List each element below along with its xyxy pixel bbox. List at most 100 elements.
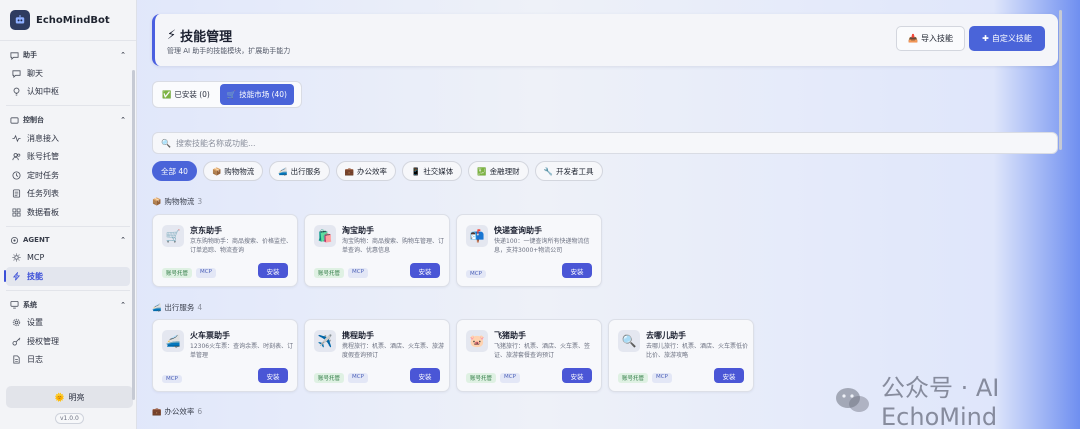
install-button[interactable]: 安装 (410, 368, 440, 383)
tag-account: 账号托管 (314, 268, 345, 278)
brand: EchoMindBot (0, 6, 136, 41)
sidebar-item-mcp[interactable]: MCP (6, 249, 130, 268)
nav-group-label: AGENT (23, 236, 50, 244)
shopping-bag-icon: 🛍️ (314, 225, 336, 247)
skill-desc: 去哪儿旅行：机票、酒店、火车票低价比价、旅游攻略 (646, 343, 749, 359)
install-button[interactable]: 安装 (714, 368, 744, 383)
skill-name: 淘宝助手 (342, 226, 374, 235)
chip-all[interactable]: 全部 40 (152, 161, 197, 181)
sidebar-scrollbar[interactable] (132, 70, 135, 400)
section-title-office: 💼 办公效率 6 (152, 406, 202, 417)
skill-desc: 携程旅行：机票、酒店、火车票、旅游度假查询预订 (342, 343, 445, 359)
sidebar-item-scheduled-tasks[interactable]: 定时任务 (6, 166, 130, 185)
install-button[interactable]: 安装 (258, 368, 288, 383)
sidebar-item-label: 消息接入 (27, 133, 59, 143)
tag-mcp: MCP (348, 268, 368, 278)
tab-market[interactable]: 🛒 技能市场 (40) (219, 84, 294, 105)
nav-group-head[interactable]: AGENT ⌃ (6, 231, 130, 249)
chip-label: 办公效率 (356, 166, 387, 176)
chip-dev-tools[interactable]: 🔧 开发者工具 (534, 161, 603, 181)
plus-icon: ✚ (982, 34, 989, 43)
nav-group-head[interactable]: 系统 ⌃ (6, 295, 130, 314)
nav-group-assistant: 助手 ⌃ 聊天 认知中枢 (6, 45, 130, 106)
app-name: EchoMindBot (36, 14, 110, 26)
tag-mcp: MCP (466, 270, 486, 278)
version-badge: v1.0.0 (55, 413, 84, 424)
skill-card-taobao[interactable]: 🛍️ 淘宝助手 淘宝购物：商品搜索、购物车管理、订单查询、优惠信息 账号托管 MC… (304, 214, 450, 287)
chevron-up-icon: ⌃ (120, 116, 126, 124)
sidebar-item-chat[interactable]: 聊天 (6, 64, 130, 83)
skill-search-input[interactable]: 🔍 搜索技能名称或功能... (152, 132, 1058, 154)
skill-card-ctrip[interactable]: ✈️ 携程助手 携程旅行：机票、酒店、火车票、旅游度假查询预订 账号托管 MCP … (304, 319, 450, 392)
nav-group-label: 助手 (23, 51, 37, 59)
skill-card-fliggy[interactable]: 🐷 飞猪助手 飞猪旅行：机票、酒店、火车票、签证、旅游套餐查询预订 账号托管 MC… (456, 319, 602, 392)
sidebar-item-task-list[interactable]: 任务列表 (6, 185, 130, 204)
sidebar-item-logs[interactable]: 日志 (6, 351, 130, 370)
key-icon (12, 337, 21, 346)
skill-card-jd[interactable]: 🛒 京东助手 京东购物助手：商品搜索、价格监控、订单追踪、物流查询 账号托管 MC… (152, 214, 298, 287)
clock-icon (12, 171, 21, 180)
tab-label: 技能市场 (40) (239, 90, 287, 99)
sidebar-item-license[interactable]: 授权管理 (6, 332, 130, 351)
sidebar-item-account-hosting[interactable]: 账号托管 (6, 148, 130, 167)
sidebar-item-label: 账号托管 (27, 152, 59, 162)
import-icon: 📥 (908, 34, 918, 43)
main-content: ⚡ 技能管理 管理 AI 助手的技能模块，扩展助手能力 📥 导入技能 ✚ 自定义… (137, 0, 1080, 429)
page-header: ⚡ 技能管理 管理 AI 助手的技能模块，扩展助手能力 📥 导入技能 ✚ 自定义… (152, 14, 1058, 66)
tag-mcp: MCP (196, 268, 216, 278)
nav-group-head[interactable]: 控制台 ⌃ (6, 110, 130, 129)
chip-label: 全部 40 (161, 166, 188, 176)
nav-group-head[interactable]: 助手 ⌃ (6, 45, 130, 64)
sidebar-item-label: 任务列表 (27, 189, 59, 199)
tag-account: 账号托管 (618, 373, 649, 383)
pulse-icon (12, 134, 21, 143)
chip-finance[interactable]: 💹 金融理财 (468, 161, 529, 181)
sun-icon (12, 253, 21, 262)
main-scrollbar[interactable] (1059, 10, 1062, 150)
section-title-text: 出行服务 (164, 303, 195, 312)
sidebar-item-cognition[interactable]: 认知中枢 (6, 83, 130, 102)
tag-account: 账号托管 (314, 373, 345, 383)
skill-desc: 淘宝购物：商品搜索、购物车管理、订单查询、优惠信息 (342, 238, 445, 254)
bolt-icon (12, 271, 21, 281)
train-icon: 🚄 (278, 166, 288, 176)
custom-label: 自定义技能 (991, 34, 1032, 43)
cart-icon: 🛒 (162, 225, 184, 247)
doc-icon (12, 355, 21, 364)
sidebar-item-label: 聊天 (27, 68, 43, 78)
sidebar-item-label: 技能 (27, 271, 43, 281)
chip-social[interactable]: 📱 社交媒体 (401, 161, 463, 181)
chip-office[interactable]: 💼 办公效率 (335, 161, 396, 181)
skill-name: 火车票助手 (190, 331, 230, 340)
lightning-icon: ⚡ (167, 28, 177, 43)
skill-desc: 京东购物助手：商品搜索、价格监控、订单追踪、物流查询 (190, 238, 293, 254)
custom-skill-button[interactable]: ✚ 自定义技能 (969, 26, 1045, 51)
install-button[interactable]: 安装 (562, 368, 592, 383)
sidebar-item-dashboard[interactable]: 数据看板 (6, 203, 130, 222)
sidebar-item-label: 日志 (27, 355, 43, 365)
magnifier-icon: 🔍 (618, 330, 640, 352)
skill-card-qunar[interactable]: 🔍 去哪儿助手 去哪儿旅行：机票、酒店、火车票低价比价、旅游攻略 账号托管 MCP… (608, 319, 754, 392)
sidebar-item-settings[interactable]: 设置 (6, 314, 130, 333)
skill-name: 快递查询助手 (494, 226, 542, 235)
skill-card-train[interactable]: 🚄 火车票助手 12306火车票：查询余票、时刻表、订单管理 MCP 安装 (152, 319, 298, 392)
train-icon: 🚄 (152, 303, 162, 312)
system-icon (10, 300, 19, 309)
tab-installed[interactable]: ✅ 已安装 (0) (155, 84, 217, 105)
chip-travel[interactable]: 🚄 出行服务 (269, 161, 330, 181)
sidebar-item-message-access[interactable]: 消息接入 (6, 129, 130, 148)
sun-theme-icon: 🌞 (54, 392, 65, 402)
sidebar-item-skills[interactable]: 技能 (4, 267, 130, 286)
install-button[interactable]: 安装 (562, 263, 592, 278)
skill-desc: 快递100：一键查询所有快递物流信息，支持3000+物流公司 (494, 238, 590, 254)
mailbox-icon: 📬 (466, 225, 488, 247)
skill-card-express[interactable]: 📬 快递查询助手 快递100：一键查询所有快递物流信息，支持3000+物流公司 … (456, 214, 602, 287)
check-icon: ✅ (162, 90, 172, 99)
install-button[interactable]: 安装 (410, 263, 440, 278)
install-button[interactable]: 安装 (258, 263, 288, 278)
import-skill-button[interactable]: 📥 导入技能 (896, 26, 965, 51)
skill-name: 携程助手 (342, 331, 374, 340)
tag-account: 账号托管 (162, 268, 193, 278)
chip-shopping[interactable]: 📦 购物物流 (202, 161, 264, 181)
theme-toggle-button[interactable]: 🌞 明亮 (6, 386, 133, 408)
